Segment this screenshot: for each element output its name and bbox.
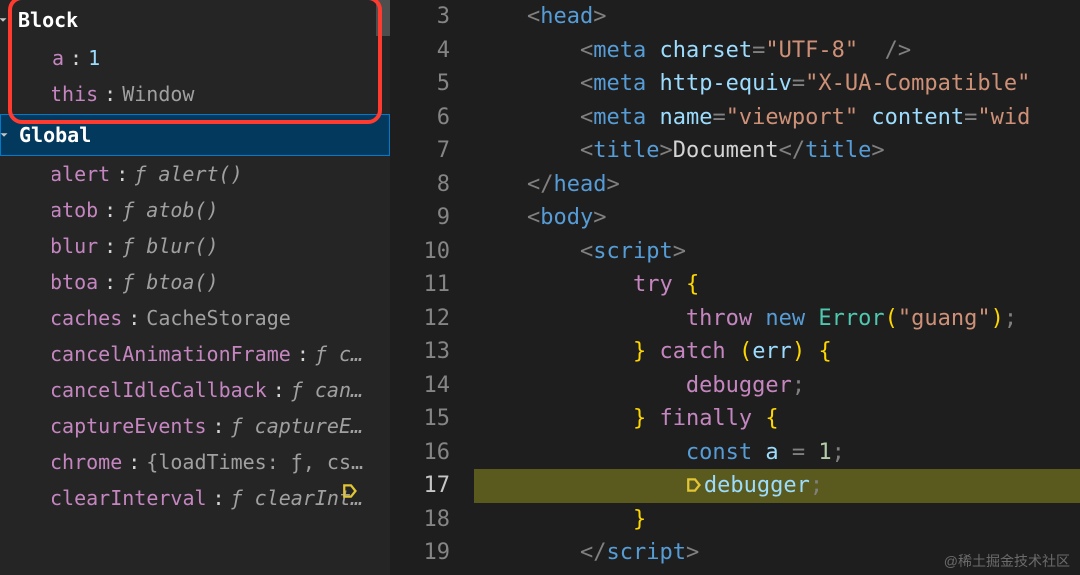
var-key: captureEvents	[52, 408, 207, 444]
var-key: cancelIdleCallback	[52, 372, 267, 408]
var-key: alert	[52, 156, 110, 192]
code-line[interactable]: debugger;	[474, 369, 1080, 403]
line-number: 13	[390, 335, 450, 369]
scope-panel: Block a: 1 this: Window Global alert: ƒ …	[0, 0, 390, 575]
var-key: a	[52, 40, 64, 76]
code-line[interactable]: } catch (err) {	[474, 335, 1080, 369]
var-key: cancelAnimationFrame	[52, 336, 291, 372]
code-line[interactable]: <meta charset="UTF-8" />	[474, 34, 1080, 68]
execution-marker-icon	[342, 477, 360, 495]
scope-row[interactable]: a: 1	[52, 40, 390, 76]
line-number: 18	[390, 503, 450, 537]
line-number-gutter: 345678910111213141516171819	[390, 0, 474, 575]
var-value: ƒ btoa()	[122, 264, 218, 300]
scope-row[interactable]: cancelAnimationFrame: ƒ c…	[52, 336, 390, 372]
code-line[interactable]: <script>	[474, 235, 1080, 269]
chevron-down-icon	[0, 128, 11, 142]
scope-row[interactable]: blur: ƒ blur()	[52, 228, 390, 264]
code-line[interactable]: try {	[474, 268, 1080, 302]
var-value: Window	[122, 76, 194, 112]
var-key: caches	[52, 300, 122, 336]
scope-row[interactable]: captureEvents: ƒ captureE…	[52, 408, 390, 444]
scope-block-header[interactable]: Block	[0, 0, 390, 40]
line-number: 9	[390, 201, 450, 235]
code-line[interactable]: } finally {	[474, 402, 1080, 436]
code-line[interactable]: }	[474, 503, 1080, 537]
scope-row[interactable]: btoa: ƒ btoa()	[52, 264, 390, 300]
var-key: chrome	[52, 444, 122, 480]
scope-block-label: Block	[18, 2, 78, 38]
line-number: 11	[390, 268, 450, 302]
scope-row[interactable]: caches: CacheStorage	[52, 300, 390, 336]
chevron-down-icon	[0, 13, 10, 27]
code-line[interactable]: <body>	[474, 201, 1080, 235]
line-number: 17	[390, 469, 450, 503]
var-key: this	[52, 76, 98, 112]
scope-block-body: a: 1 this: Window	[0, 40, 390, 112]
var-key: blur	[52, 228, 98, 264]
line-number: 14	[390, 369, 450, 403]
watermark: @稀土掘金技术社区	[944, 551, 1070, 571]
var-key: clearInterval	[52, 480, 207, 516]
code-line[interactable]: <title>Document</title>	[474, 134, 1080, 168]
line-number: 6	[390, 101, 450, 135]
var-value: ƒ blur()	[122, 228, 218, 264]
code-line[interactable]: </head>	[474, 168, 1080, 202]
var-key: btoa	[52, 264, 98, 300]
var-value: 1	[88, 40, 100, 76]
var-value: ƒ atob()	[122, 192, 218, 228]
line-number: 8	[390, 168, 450, 202]
line-number: 16	[390, 436, 450, 470]
line-number: 15	[390, 402, 450, 436]
code-line[interactable]: const a = 1;	[474, 436, 1080, 470]
scope-global-label: Global	[19, 117, 91, 153]
scope-global-header[interactable]: Global	[0, 114, 390, 156]
code-line[interactable]: <meta name="viewport" content="wid	[474, 101, 1080, 135]
var-value: ƒ can…	[291, 372, 363, 408]
line-number: 3	[390, 0, 450, 34]
scope-row[interactable]: atob: ƒ atob()	[52, 192, 390, 228]
line-number: 12	[390, 302, 450, 336]
line-number: 19	[390, 536, 450, 570]
scope-row[interactable]: this: Window	[52, 76, 390, 112]
code-editor[interactable]: 345678910111213141516171819 <head> <meta…	[390, 0, 1080, 575]
line-number: 10	[390, 235, 450, 269]
line-number: 5	[390, 67, 450, 101]
var-value: ƒ alert()	[134, 156, 242, 192]
line-number: 7	[390, 134, 450, 168]
scrollbar-thumb[interactable]	[376, 0, 390, 36]
execution-pointer-icon	[686, 471, 704, 489]
scope-row[interactable]: clearInterval: ƒ clearInt…	[52, 480, 390, 516]
scope-row[interactable]: cancelIdleCallback: ƒ can…	[52, 372, 390, 408]
code-line[interactable]: <meta http-equiv="X-UA-Compatible"	[474, 67, 1080, 101]
scope-row[interactable]: chrome: {loadTimes: ƒ, cs…	[52, 444, 390, 480]
code-line[interactable]: <head>	[474, 0, 1080, 34]
var-value: {loadTimes: ƒ, cs…	[146, 444, 363, 480]
var-value: ƒ c…	[315, 336, 363, 372]
var-value: CacheStorage	[146, 300, 291, 336]
code-area[interactable]: <head> <meta charset="UTF-8" /> <meta ht…	[474, 0, 1080, 575]
code-line[interactable]: throw new Error("guang");	[474, 302, 1080, 336]
var-value: ƒ captureE…	[231, 408, 363, 444]
scope-global-body: alert: ƒ alert()atob: ƒ atob()blur: ƒ bl…	[0, 156, 390, 516]
var-key: atob	[52, 192, 98, 228]
line-number: 4	[390, 34, 450, 68]
code-line[interactable]: debugger;	[474, 469, 1080, 503]
scope-row[interactable]: alert: ƒ alert()	[52, 156, 390, 192]
